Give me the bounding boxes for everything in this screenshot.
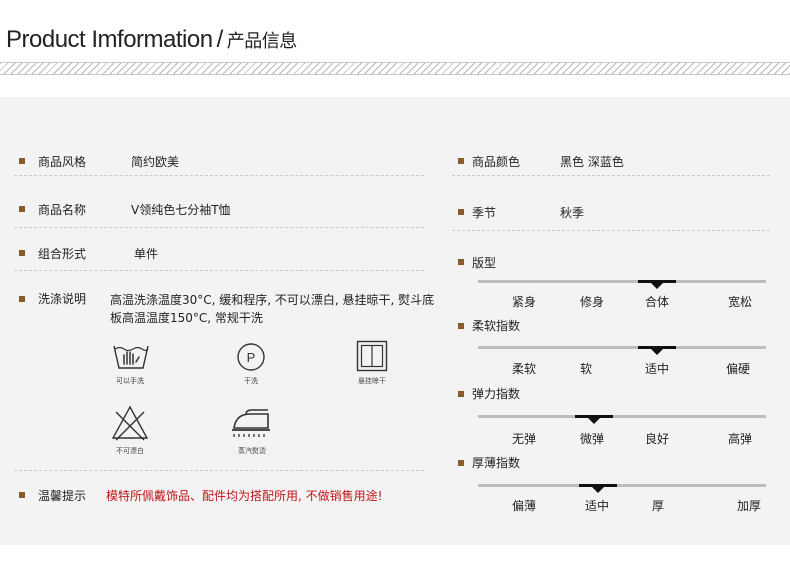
title-separator: / xyxy=(216,26,224,53)
title-en: Product Imformation xyxy=(6,26,213,53)
row-divider xyxy=(14,270,424,271)
bullet-icon xyxy=(19,206,25,212)
thickness-option: 适中 xyxy=(584,499,610,513)
season-value: 秋季 xyxy=(560,206,585,220)
bullet-icon xyxy=(458,391,464,397)
color-value: 黑色 深蓝色 xyxy=(560,155,624,169)
name-value: V领纯色七分袖T恤 xyxy=(131,203,231,217)
no-bleach-icon xyxy=(110,404,150,442)
softness-option: 适中 xyxy=(644,362,670,376)
thickness-label: 厚薄指数 xyxy=(472,456,521,470)
row-divider xyxy=(14,227,424,228)
elasticity-option: 无弹 xyxy=(511,432,537,446)
svg-text:P: P xyxy=(247,350,256,365)
style-label: 商品风格 xyxy=(38,155,87,169)
wash-label: 洗涤说明 xyxy=(38,292,87,306)
fit-scale-track xyxy=(478,280,766,283)
thickness-pointer-icon xyxy=(592,487,604,493)
wash-instructions: 高温洗涤温度30°C, 缓和程序, 不可以漂白, 悬挂晾干, 熨斗底板高温温度1… xyxy=(110,293,435,325)
elasticity-pointer-icon xyxy=(588,418,600,424)
bullet-icon xyxy=(458,460,464,466)
elasticity-option: 良好 xyxy=(644,432,670,446)
softness-scale-track xyxy=(478,346,766,349)
color-label: 商品颜色 xyxy=(472,155,521,169)
care-caption: 悬挂晾干 xyxy=(358,377,386,385)
form-value: 单件 xyxy=(134,247,159,261)
fit-option: 紧身 xyxy=(511,295,537,309)
thickness-option: 加厚 xyxy=(736,499,762,513)
thickness-scale-track xyxy=(478,484,766,487)
elasticity-option: 微弹 xyxy=(579,432,605,446)
softness-option: 软 xyxy=(579,362,593,376)
style-value: 简约欧美 xyxy=(131,155,180,169)
thickness-option: 偏薄 xyxy=(511,499,537,513)
fit-label: 版型 xyxy=(472,256,497,270)
dry-clean-p-icon: P xyxy=(236,342,266,372)
row-divider xyxy=(14,470,424,471)
thickness-option: 厚 xyxy=(651,499,665,513)
bullet-icon xyxy=(458,323,464,329)
hang-dry-icon xyxy=(356,340,388,372)
elasticity-scale-track xyxy=(478,415,766,418)
bullet-icon xyxy=(19,492,25,498)
softness-pointer-icon xyxy=(651,349,663,355)
hatch-divider xyxy=(0,62,790,75)
row-divider xyxy=(14,175,424,176)
steam-iron-icon xyxy=(228,408,274,438)
season-label: 季节 xyxy=(472,206,497,220)
bullet-icon xyxy=(19,250,25,256)
page-title: Product Imformation / 产品信息 xyxy=(6,26,297,54)
fit-pointer-icon xyxy=(651,283,663,289)
form-label: 组合形式 xyxy=(38,247,87,261)
bullet-icon xyxy=(19,158,25,164)
softness-option: 柔软 xyxy=(511,362,537,376)
bullet-icon xyxy=(458,259,464,265)
elasticity-option: 高弹 xyxy=(727,432,753,446)
bullet-icon xyxy=(458,209,464,215)
tip-value: 模特所佩戴饰品、配件均为搭配所用, 不做销售用途! xyxy=(106,489,383,503)
row-divider xyxy=(452,175,770,176)
care-caption: 干洗 xyxy=(244,377,258,385)
care-caption: 可以手洗 xyxy=(116,377,144,385)
title-zh: 产品信息 xyxy=(226,31,298,52)
bullet-icon xyxy=(19,296,25,302)
care-caption: 蒸汽熨烫 xyxy=(238,447,266,455)
row-divider xyxy=(452,230,770,231)
care-caption: 不可漂白 xyxy=(116,447,144,455)
hand-wash-icon xyxy=(112,340,150,372)
elasticity-label: 弹力指数 xyxy=(472,387,521,401)
softness-option: 偏硬 xyxy=(725,362,751,376)
fit-option: 修身 xyxy=(579,295,605,309)
fit-option: 合体 xyxy=(644,295,670,309)
bullet-icon xyxy=(458,158,464,164)
tip-label: 温馨提示 xyxy=(38,489,87,503)
fit-option: 宽松 xyxy=(727,295,753,309)
name-label: 商品名称 xyxy=(38,203,87,217)
softness-label: 柔软指数 xyxy=(472,319,521,333)
